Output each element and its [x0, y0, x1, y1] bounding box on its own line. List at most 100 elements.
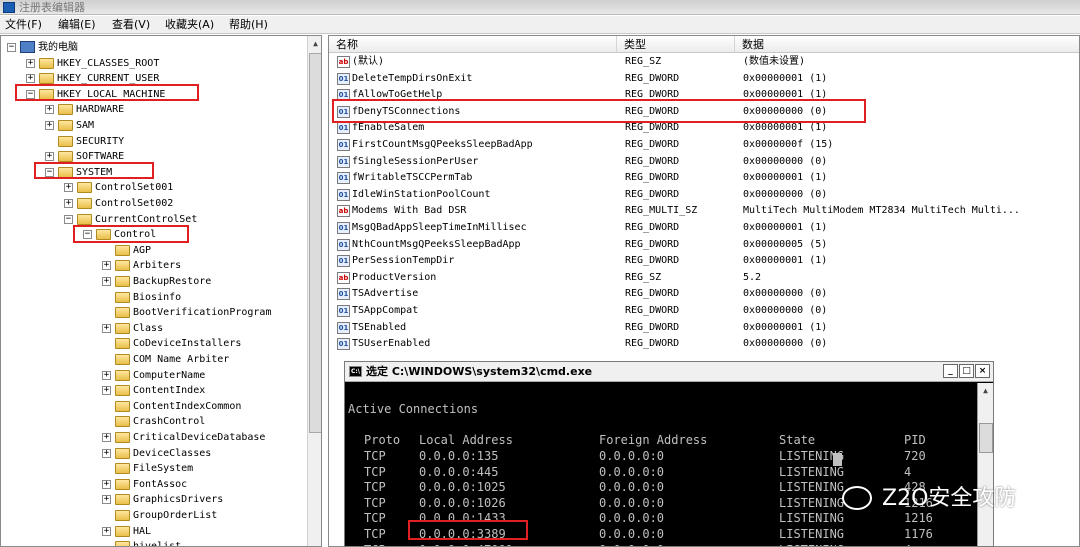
tree-node[interactable]: GroupOrderList	[1, 508, 307, 523]
minimize-button[interactable]: _	[943, 364, 958, 378]
value-row[interactable]: 01 NthCountMsgQPeeksSleepBadApp REG_DWORD 0…	[329, 237, 1079, 254]
tree-node[interactable]: − SYSTEM	[1, 165, 307, 180]
value-row[interactable]: 01 DeleteTempDirsOnExit REG_DWORD 0x0000000…	[329, 71, 1079, 88]
value-row[interactable]: 01 IdleWinStationPoolCount REG_DWORD 0x0000…	[329, 187, 1079, 204]
tree-node[interactable]: hivelist	[1, 539, 307, 546]
menu-help[interactable]: 帮助(H)	[229, 16, 268, 34]
tree-node[interactable]: + ControlSet001	[1, 180, 307, 195]
tree-node[interactable]: + HAL	[1, 524, 307, 539]
expand-icon[interactable]: +	[45, 152, 54, 162]
value-row[interactable]: ab ProductVersion REG_SZ 5.2	[329, 270, 1079, 287]
value-row[interactable]: ab Modems With Bad DSR REG_MULTI_SZ MultiTe…	[329, 203, 1079, 220]
folder-icon	[58, 151, 73, 163]
menu-edit[interactable]: 编辑(E)	[58, 16, 96, 34]
expand-icon[interactable]: +	[102, 448, 111, 458]
tree-node[interactable]: + ComputerName	[1, 368, 307, 383]
tree-scroll-thumb[interactable]	[309, 53, 321, 433]
cmd-scrollbar[interactable]: ▲	[977, 383, 993, 546]
tree-node[interactable]: − HKEY_LOCAL_MACHINE	[1, 87, 307, 102]
tree-node-label: DeviceClasses	[133, 447, 212, 459]
expand-icon[interactable]: +	[102, 323, 111, 333]
tree-node[interactable]: + SOFTWARE	[1, 149, 307, 164]
menu-file[interactable]: 文件(F)	[5, 16, 42, 34]
tree-node[interactable]: − CurrentControlSet	[1, 212, 307, 227]
tree-node[interactable]: ContentIndexCommon	[1, 399, 307, 414]
expand-icon[interactable]: +	[102, 526, 111, 536]
expand-icon[interactable]: +	[102, 386, 111, 396]
value-type: REG_SZ	[625, 56, 662, 67]
cmd-scroll-thumb[interactable]	[979, 423, 993, 453]
value-row[interactable]: 01 fWritableTSCCPermTab REG_DWORD 0x0000000…	[329, 170, 1079, 187]
conn-local: 0.0.0.0:135	[419, 449, 499, 463]
scroll-up-arrow-icon[interactable]: ▲	[309, 36, 321, 51]
expand-icon[interactable]: +	[102, 261, 111, 271]
collapse-icon[interactable]: −	[26, 89, 35, 99]
folder-icon	[115, 369, 130, 381]
tree-node[interactable]: + ControlSet002	[1, 196, 307, 211]
registry-tree[interactable]: − 我的电脑 + HKEY_CLASSES_ROOT + HKEY_CURRENT_USE…	[0, 35, 322, 547]
tree-node[interactable]: + HKEY_CURRENT_USER	[1, 71, 307, 86]
value-row[interactable]: 01 TSEnabled REG_DWORD 0x00000001 (1)	[329, 320, 1079, 337]
cmd-window[interactable]: C:\ 选定 C:\WINDOWS\system32\cmd.exe _ □ ×…	[344, 361, 994, 547]
tree-node[interactable]: COM Name Arbiter	[1, 352, 307, 367]
value-row[interactable]: 01 fDenyTSConnections REG_DWORD 0x00000000 …	[329, 104, 1079, 121]
value-row[interactable]: 01 MsgQBadAppSleepTimeInMillisec REG_DWORD…	[329, 220, 1079, 237]
expand-icon[interactable]: +	[102, 370, 111, 380]
tree-node[interactable]: CrashControl	[1, 414, 307, 429]
maximize-button[interactable]: □	[959, 364, 974, 378]
header-data[interactable]: 数据	[735, 36, 1079, 53]
menu-view[interactable]: 查看(V)	[112, 16, 150, 34]
value-row[interactable]: 01 TSAppCompat REG_DWORD 0x00000000 (0)	[329, 303, 1079, 320]
value-row[interactable]: 01 PerSessionTempDir REG_DWORD 0x00000001 (…	[329, 253, 1079, 270]
value-row[interactable]: ab (默认) REG_SZ (数值未设置)	[329, 54, 1079, 71]
conn-proto: TCP	[364, 464, 386, 479]
binary-value-icon: 01	[337, 122, 350, 135]
value-type: REG_DWORD	[625, 222, 680, 233]
tree-node[interactable]: − Control	[1, 227, 307, 242]
tree-node[interactable]: + ContentIndex	[1, 383, 307, 398]
expand-icon[interactable]: +	[64, 183, 73, 193]
value-row[interactable]: 01 TSAdvertise REG_DWORD 0x00000000 (0)	[329, 286, 1079, 303]
tree-node[interactable]: + DeviceClasses	[1, 446, 307, 461]
value-row[interactable]: 01 TSUserEnabled REG_DWORD 0x00000000 (0)	[329, 336, 1079, 353]
collapse-icon[interactable]: −	[7, 43, 16, 52]
value-row[interactable]: 01 fEnableSalem REG_DWORD 0x00000001 (1)	[329, 120, 1079, 137]
expand-icon[interactable]: +	[26, 58, 35, 68]
tree-node[interactable]: + BackupRestore	[1, 274, 307, 289]
tree-node[interactable]: BootVerificationProgram	[1, 305, 307, 320]
expand-icon[interactable]: +	[102, 479, 111, 489]
tree-node[interactable]: + Class	[1, 321, 307, 336]
expand-icon[interactable]: +	[102, 433, 111, 442]
expand-icon[interactable]: +	[64, 199, 73, 208]
tree-node[interactable]: + GraphicsDrivers	[1, 492, 307, 507]
tree-node[interactable]: − 我的电脑	[1, 40, 307, 55]
value-row[interactable]: 01 fAllowToGetHelp REG_DWORD 0x00000001 (1)	[329, 87, 1079, 104]
tree-node[interactable]: + CriticalDeviceDatabase	[1, 430, 307, 445]
expand-icon[interactable]: +	[26, 74, 35, 84]
expand-icon[interactable]: +	[102, 495, 111, 505]
cmd-scroll-up-icon[interactable]: ▲	[979, 383, 992, 398]
close-button[interactable]: ×	[975, 364, 990, 378]
expand-icon[interactable]: +	[45, 105, 54, 115]
collapse-icon[interactable]: −	[45, 167, 54, 177]
collapse-icon[interactable]: −	[64, 214, 73, 224]
tree-node[interactable]: CoDeviceInstallers	[1, 336, 307, 351]
tree-node[interactable]: + SAM	[1, 118, 307, 133]
expand-icon[interactable]: +	[45, 121, 54, 130]
tree-node[interactable]: Biosinfo	[1, 290, 307, 305]
header-type[interactable]: 类型	[617, 36, 735, 53]
collapse-icon[interactable]: −	[83, 230, 92, 240]
tree-node[interactable]: SECURITY	[1, 134, 307, 149]
value-row[interactable]: 01 FirstCountMsgQPeeksSleepBadApp REG_DWOR…	[329, 137, 1079, 154]
tree-node[interactable]: + FontAssoc	[1, 477, 307, 492]
tree-scrollbar[interactable]: ▲	[307, 36, 321, 546]
tree-node[interactable]: FileSystem	[1, 461, 307, 476]
tree-node[interactable]: + Arbiters	[1, 258, 307, 273]
tree-node[interactable]: + HKEY_CLASSES_ROOT	[1, 56, 307, 71]
value-row[interactable]: 01 fSingleSessionPerUser REG_DWORD 0x000000…	[329, 154, 1079, 171]
header-name[interactable]: 名称	[329, 36, 617, 53]
expand-icon[interactable]: +	[102, 277, 111, 286]
tree-node[interactable]: + HARDWARE	[1, 102, 307, 117]
menu-favorites[interactable]: 收藏夹(A)	[165, 16, 214, 34]
tree-node[interactable]: AGP	[1, 243, 307, 258]
